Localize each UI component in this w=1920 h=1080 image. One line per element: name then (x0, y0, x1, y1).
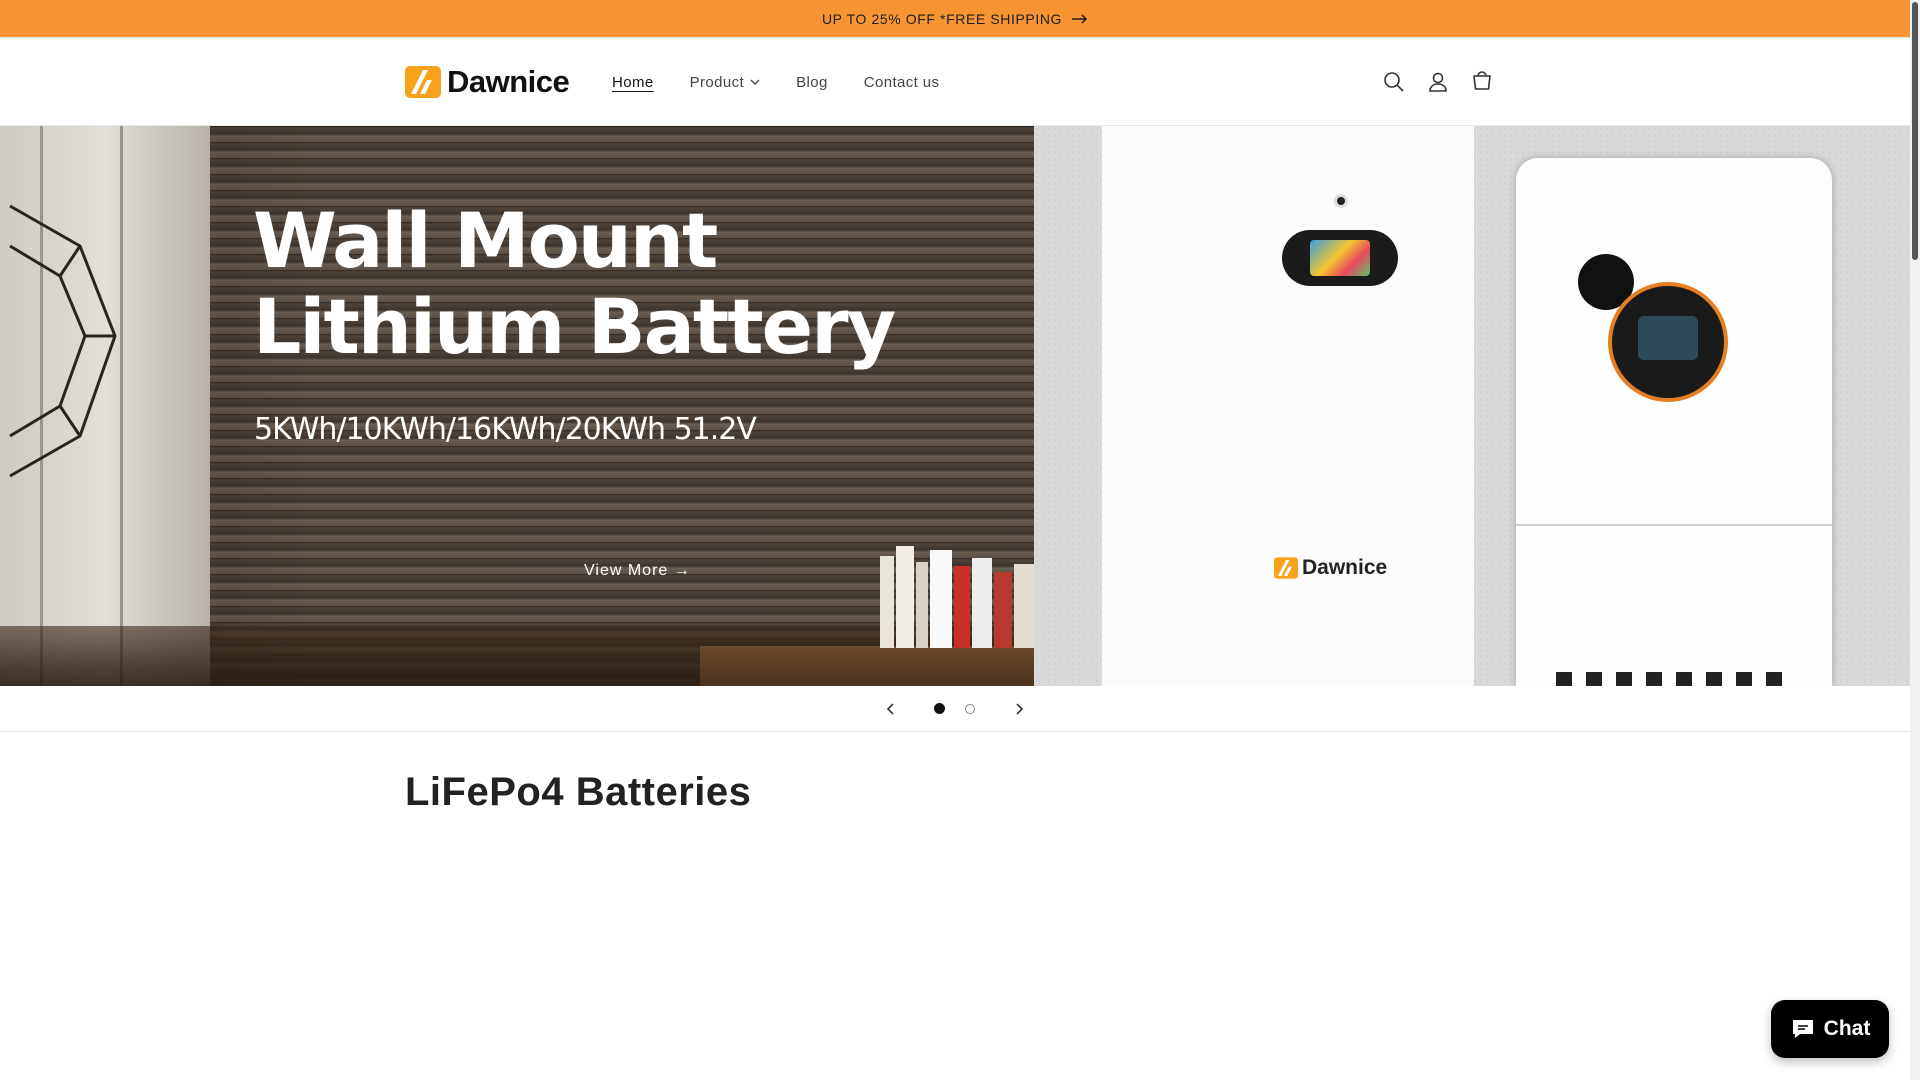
view-more-link[interactable]: View More → (576, 558, 699, 584)
logo-mark-icon (405, 66, 441, 98)
nav-item-label: Contact us (863, 73, 940, 91)
hero-title: Wall Mount Lithium Battery (253, 196, 896, 371)
wall-seam (120, 126, 123, 686)
search-button[interactable] (1380, 68, 1408, 96)
previous-slide-button[interactable] (876, 694, 906, 724)
announcement-bar[interactable]: UP TO 25% OFF *FREE SHIPPING (0, 0, 1910, 38)
scrollbar-thumb[interactable] (1912, 2, 1918, 260)
next-slide-button[interactable] (1004, 694, 1034, 724)
nav-item-label: Home (612, 73, 654, 91)
chat-bubble-icon (1792, 1020, 1813, 1038)
shelf (700, 646, 1034, 686)
inverter-seam (1516, 524, 1832, 526)
pendant-lamp-icon (9, 204, 117, 478)
product-photo: Dawnice (1034, 126, 1910, 686)
main-nav: Home Product Blog Contact us (606, 38, 945, 126)
account-button[interactable] (1424, 68, 1452, 96)
chevron-left-icon (886, 703, 894, 715)
inverter-unit (1516, 158, 1832, 686)
announcement-text: UP TO 25% OFF *FREE SHIPPING (821, 10, 1063, 27)
account-icon (1429, 72, 1447, 92)
nav-item-label: Product (689, 73, 745, 91)
cart-button[interactable] (1468, 68, 1496, 96)
page-scrollbar[interactable] (1910, 0, 1920, 1080)
site-header: Dawnice Home Product Blog Contact us (0, 38, 1910, 126)
nav-item-blog[interactable]: Blog (790, 70, 834, 95)
nav-item-product[interactable]: Product (684, 70, 767, 95)
books-image (880, 546, 1034, 648)
header-icons (1380, 38, 1496, 126)
cart-icon (1473, 71, 1491, 90)
battery-panel: Dawnice (1102, 126, 1474, 686)
chevron-right-icon (1016, 703, 1024, 715)
hero-slideshow[interactable]: Dawnice Wall Mount Lithium Battery 5KWh/… (0, 126, 1910, 686)
inverter-display (1608, 282, 1728, 402)
slide-dot-2[interactable] (965, 704, 975, 714)
nav-item-label: Blog (796, 73, 828, 91)
logo-text: Dawnice (447, 64, 570, 99)
arrow-right-icon (1072, 13, 1088, 24)
nav-item-contact[interactable]: Contact us (858, 70, 946, 95)
chevron-down-icon (750, 79, 760, 85)
logo[interactable]: Dawnice (405, 64, 570, 99)
slider-controls (0, 686, 1910, 732)
inverter-ports (1556, 672, 1796, 686)
panel-logo-text: Dawnice (1302, 556, 1388, 579)
logo-mark-icon (1274, 557, 1298, 579)
power-button-icon (1334, 194, 1348, 208)
search-icon (1384, 72, 1404, 92)
nav-item-home[interactable]: Home (606, 70, 660, 95)
chat-label: Chat (1823, 1017, 1871, 1040)
chat-button[interactable]: Chat (1771, 1000, 1889, 1058)
section-title: LiFePo4 Batteries (405, 770, 752, 814)
battery-display (1282, 230, 1398, 286)
slide-dot-1[interactable] (934, 703, 945, 714)
hero-subtitle: 5KWh/10KWh/16KWh/20KWh 51.2V (254, 412, 757, 447)
panel-logo: Dawnice (1274, 556, 1387, 580)
